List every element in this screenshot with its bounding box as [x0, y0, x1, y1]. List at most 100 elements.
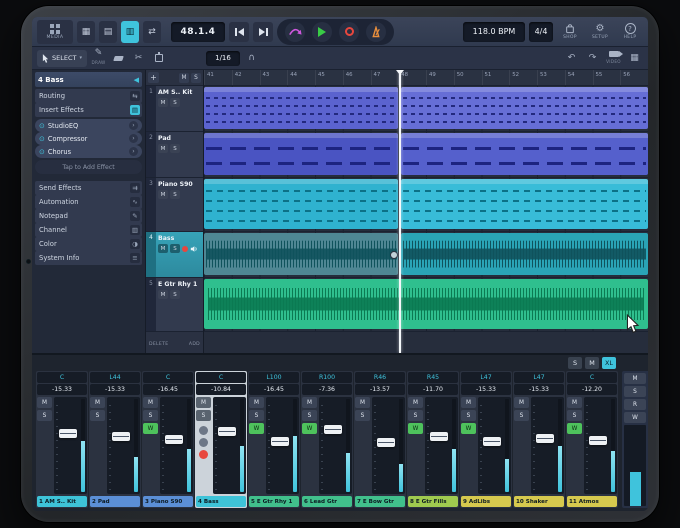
song-position-display[interactable]: 48.1.4: [171, 22, 225, 42]
redo-button[interactable]: ↷: [584, 50, 601, 67]
chevron-icon[interactable]: ›: [129, 134, 138, 143]
channel-fader[interactable]: [478, 397, 511, 494]
record-arm-icon[interactable]: [182, 246, 188, 252]
insert-effect-slot[interactable]: ⊙ StudioEQ ›: [35, 119, 142, 132]
mixer-size-button[interactable]: S: [568, 357, 582, 369]
track-mute-button[interactable]: M: [158, 98, 168, 107]
write-automation-button[interactable]: W: [302, 423, 317, 434]
insert-effect-slot[interactable]: ⊙ Chorus ›: [35, 145, 142, 158]
mute-button[interactable]: M: [196, 397, 211, 408]
fader-cap[interactable]: [324, 425, 342, 434]
write-automation-button[interactable]: W: [567, 423, 582, 434]
inspector-item[interactable]: Notepad ✎: [35, 209, 142, 223]
select-tool-button[interactable]: SELECT ▾: [37, 50, 87, 67]
track-mute-button[interactable]: M: [158, 190, 168, 199]
solo-button[interactable]: S: [196, 410, 211, 421]
audio-clip[interactable]: [401, 233, 648, 275]
mute-button[interactable]: M: [408, 397, 423, 408]
pan-display[interactable]: C: [196, 372, 246, 383]
add-track-button[interactable]: +: [148, 72, 159, 83]
channel-name-label[interactable]: 10 Shaker: [514, 496, 564, 507]
draw-tool-button[interactable]: ✎ DRAW: [90, 50, 107, 67]
volume-display[interactable]: -12.20: [567, 384, 617, 395]
volume-display[interactable]: -16.45: [249, 384, 299, 395]
mixer-channel-strip[interactable]: L100 -16.45 M S W: [248, 371, 300, 508]
track-mute-button[interactable]: M: [158, 144, 168, 153]
pan-display[interactable]: C: [37, 372, 87, 383]
mixer-channel-strip[interactable]: R100 -7.36 M S W: [301, 371, 353, 508]
channel-fader[interactable]: [319, 397, 352, 494]
undo-button[interactable]: ↶: [563, 50, 580, 67]
power-icon[interactable]: ⊙: [39, 122, 45, 130]
go-to-end-button[interactable]: [253, 22, 273, 42]
chevron-icon[interactable]: ›: [129, 121, 138, 130]
mute-button[interactable]: M: [302, 397, 317, 408]
time-signature-display[interactable]: 4/4: [529, 22, 553, 42]
inspector-item[interactable]: Insert Effects ▤: [35, 103, 142, 117]
solo-button[interactable]: S: [302, 410, 317, 421]
mixer-icon-button[interactable]: ▥: [121, 21, 139, 43]
solo-button[interactable]: S: [567, 410, 582, 421]
channel-fader[interactable]: [213, 397, 246, 494]
midi-clip[interactable]: [401, 87, 648, 129]
clip-fade-handle[interactable]: [390, 251, 398, 259]
channel-name-label[interactable]: 11 Atmos: [567, 496, 617, 507]
mixer-channel-strip[interactable]: C -15.33 M S W: [36, 371, 88, 508]
solo-button[interactable]: S: [90, 410, 105, 421]
channel-fader[interactable]: [266, 397, 299, 494]
metronome-button[interactable]: [366, 22, 386, 42]
add-effect-button[interactable]: Tap to Add Effect: [35, 160, 142, 174]
volume-display[interactable]: -16.45: [143, 384, 193, 395]
inspector-item[interactable]: System Info ≡: [35, 251, 142, 265]
inspector-header[interactable]: 4 Bass ◀: [35, 72, 142, 87]
cycle-button[interactable]: [285, 22, 305, 42]
mixer-channel-strip[interactable]: C -10.84 M S W: [195, 371, 247, 508]
volume-display[interactable]: -11.70: [408, 384, 458, 395]
track-header[interactable]: 3 Piano S90 M S: [146, 178, 203, 232]
mixer-channel-strip[interactable]: L47 -15.33 M S W: [513, 371, 565, 508]
add-track-footer-button[interactable]: ADD: [189, 342, 200, 347]
split-tool-button[interactable]: ✂: [130, 50, 147, 67]
pan-display[interactable]: L47: [461, 372, 511, 383]
delete-track-button[interactable]: DELETE: [149, 342, 168, 347]
master-write-button[interactable]: W: [624, 412, 646, 423]
pan-display[interactable]: R100: [302, 372, 352, 383]
midi-clip[interactable]: [204, 133, 398, 175]
write-automation-button[interactable]: W: [408, 423, 423, 434]
solo-button[interactable]: S: [408, 410, 423, 421]
channel-name-label[interactable]: 4 Bass: [196, 496, 246, 507]
setup-button[interactable]: ⚙ SETUP: [587, 19, 613, 45]
mute-button[interactable]: M: [567, 397, 582, 408]
channel-name-label[interactable]: 5 E Gtr Rhy 1: [249, 496, 299, 507]
write-automation-button[interactable]: W: [143, 423, 158, 434]
shop-button[interactable]: SHOP: [557, 19, 583, 45]
volume-display[interactable]: -15.33: [461, 384, 511, 395]
video-button[interactable]: VIDEO: [605, 50, 622, 67]
channel-name-label[interactable]: 6 Lead Gtr: [302, 496, 352, 507]
global-mute-button[interactable]: M: [179, 73, 189, 83]
mixer-channel-strip[interactable]: C -12.20 M S W: [566, 371, 618, 508]
solo-button[interactable]: S: [355, 410, 370, 421]
tempo-display[interactable]: 118.0 BPM: [463, 22, 525, 42]
track-solo-button[interactable]: S: [170, 244, 180, 253]
fader-cap[interactable]: [536, 434, 554, 443]
write-automation-button[interactable]: W: [461, 423, 476, 434]
channel-fader[interactable]: [107, 397, 140, 494]
insert-effect-slot[interactable]: ⊙ Compressor ›: [35, 132, 142, 145]
mute-button[interactable]: M: [514, 397, 529, 408]
pan-display[interactable]: R45: [408, 372, 458, 383]
track-solo-button[interactable]: S: [170, 290, 180, 299]
mixer-size-button[interactable]: M: [585, 357, 599, 369]
mixer-channel-strip[interactable]: C -16.45 M S W: [142, 371, 194, 508]
master-mute-button[interactable]: M: [624, 373, 646, 384]
inspector-item[interactable]: Routing ⇆: [35, 89, 142, 103]
pan-display[interactable]: R46: [355, 372, 405, 383]
mixer-channel-strip[interactable]: R46 -13.57 M S W: [354, 371, 406, 508]
record-button[interactable]: [339, 22, 359, 42]
fader-cap[interactable]: [483, 437, 501, 446]
solo-button[interactable]: S: [249, 410, 264, 421]
mute-button[interactable]: M: [249, 397, 264, 408]
fader-cap[interactable]: [589, 436, 607, 445]
channel-name-label[interactable]: 8 E Gtr Fills: [408, 496, 458, 507]
volume-display[interactable]: -7.36: [302, 384, 352, 395]
